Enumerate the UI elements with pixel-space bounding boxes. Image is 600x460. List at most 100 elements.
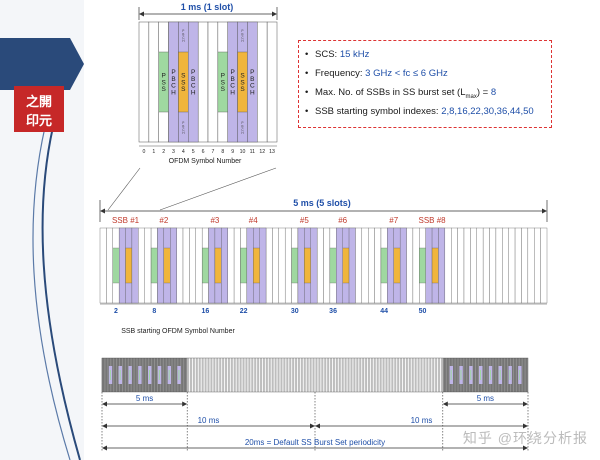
label-5ms-right: 5 ms	[477, 394, 494, 403]
arrow-5ms-right-head-right	[523, 401, 528, 407]
burst-ssb-mark	[139, 370, 141, 380]
mid-symbol-cell	[355, 227, 363, 304]
mid-symbol-cell	[227, 227, 235, 304]
mid-symbol-cell	[361, 227, 369, 304]
info-start-symbols: • SSB starting symbol indexes: 2,8,16,22,…	[305, 106, 534, 117]
middle-axis-title: SSB starting OFDM Symbol Number	[121, 328, 235, 335]
top-duration-label: 1 ms (1 slot)	[181, 2, 234, 12]
burst-ssb-mark	[470, 370, 472, 380]
mid-symbol-cell	[495, 227, 503, 304]
mid-pbch-block	[157, 227, 165, 304]
symbol-number: 13	[269, 149, 275, 155]
mid-duration-arrow-head-right	[542, 208, 547, 214]
mid-symbol-cell	[272, 227, 279, 304]
burst-ssb-mark	[129, 370, 131, 380]
pss-label: S	[161, 86, 166, 93]
watermark: 知乎 @环绕分析报	[462, 430, 588, 446]
burst-ssb-mark	[509, 370, 511, 380]
mid-sss-block	[163, 247, 171, 284]
ssb-start-symbol: 36	[329, 308, 337, 315]
label-10ms-left: 10 ms	[198, 416, 220, 425]
middle-duration-label: 5 ms (5 slots)	[293, 198, 351, 208]
mid-symbol-cell	[189, 227, 196, 304]
symbol-number: 3	[172, 149, 175, 155]
left-decor	[0, 0, 84, 460]
sss-label: S	[240, 86, 245, 93]
mid-sss-block	[304, 247, 311, 284]
symbol-number: 4	[182, 149, 185, 155]
arrow-5ms-left-head-right	[182, 401, 188, 407]
mid-pss-block	[329, 247, 337, 284]
arrow-10ms-left-head-right	[310, 423, 315, 429]
pbch-label: H	[230, 90, 235, 97]
burst-5ms-diagram: SSB #1 2 #2 8 #3 16 #4 22 #5 30 #6 36 #7 44 SSB #8 50	[99, 200, 548, 315]
sss-label: S	[181, 86, 186, 93]
svg-text:印元: 印元	[26, 113, 52, 128]
mid-symbol-cell	[323, 227, 331, 304]
symbol-number: 10	[240, 149, 246, 155]
mid-pbch-block	[208, 227, 216, 304]
info-frequency: • Frequency: 3 GHz < fc ≤ 6 GHz	[305, 68, 448, 79]
mid-symbol-cell	[176, 227, 184, 304]
mid-sss-block	[342, 247, 350, 284]
ssb-label: #4	[249, 216, 258, 225]
mid-pss-block	[112, 247, 120, 284]
ssb-label: #5	[300, 216, 309, 225]
pbch-label: H	[171, 90, 176, 97]
top-duration-arrow-head-right	[272, 11, 277, 17]
top-symbol-cell	[257, 21, 268, 143]
mid-sss-block	[253, 247, 260, 284]
symbol-number: 8	[221, 149, 224, 155]
mid-pbch-block	[131, 227, 139, 304]
mid-pbch-block	[297, 227, 305, 304]
mid-symbol-cell	[278, 227, 286, 304]
ssb-label: SSB #1	[112, 216, 140, 225]
mid-symbol-cell	[470, 227, 477, 304]
mid-symbol-cell	[138, 227, 145, 304]
label-periodicity: 20ms = Default SS Burst Set periodicity	[245, 438, 385, 447]
ssb-start-symbol: 22	[240, 308, 248, 315]
burst-region	[102, 358, 188, 392]
ssb-start-symbol: 16	[201, 308, 209, 315]
ssb-label: #2	[159, 216, 168, 225]
label-10ms-right: 10 ms	[411, 416, 433, 425]
mid-sss-block	[214, 247, 222, 284]
mid-pbch-block	[119, 227, 126, 304]
arrow-20ms-head-left	[102, 445, 107, 451]
info-scs: • SCS: 15 kHz	[305, 49, 370, 60]
pbch-label: H	[191, 90, 196, 97]
burst-ssb-mark	[499, 370, 501, 380]
ssb-label: #6	[338, 216, 347, 225]
mid-symbol-cell	[482, 227, 490, 304]
top-symbol-cell	[197, 21, 209, 143]
arrow-5ms-right-head-left	[442, 401, 448, 407]
mid-symbol-cell	[106, 227, 113, 304]
mid-symbol-cell	[527, 227, 535, 304]
top-symbol-cell	[266, 21, 278, 143]
burst-ssb-mark	[178, 370, 180, 380]
top-slot-diagram: PSSPBCHSSSPBCHPBCHPBCHPSSPBCHSSSPBCHPBCH…	[138, 7, 278, 155]
ssb-start-symbol: 50	[419, 308, 427, 315]
mid-symbol-cell	[265, 227, 273, 304]
mid-pss-block	[380, 247, 388, 284]
mid-symbol-cell	[284, 227, 292, 304]
pss-label: S	[221, 86, 226, 93]
mid-pbch-block	[246, 227, 254, 304]
mid-pbch-block	[170, 227, 177, 304]
symbol-number: 9	[231, 149, 234, 155]
top-axis-title: OFDM Symbol Number	[169, 158, 242, 165]
ssb-label: #3	[210, 216, 219, 225]
mid-symbol-cell	[508, 227, 516, 304]
burst-ssb-mark	[149, 370, 151, 380]
mid-pbch-block	[387, 227, 394, 304]
mid-symbol-cell	[534, 227, 541, 304]
burst-ssb-mark	[450, 370, 452, 380]
info-lmax: • Max. No. of SSBs in SS burst set (Lmax)…	[305, 87, 497, 100]
mid-pbch-block	[336, 227, 343, 304]
mid-symbol-cell	[451, 227, 458, 304]
zoom-line-right	[159, 167, 277, 211]
mid-symbol-cell	[489, 227, 497, 304]
mid-pbch-block	[399, 227, 407, 304]
top-symbol-cell	[207, 21, 219, 143]
mid-symbol-cell	[463, 227, 471, 304]
